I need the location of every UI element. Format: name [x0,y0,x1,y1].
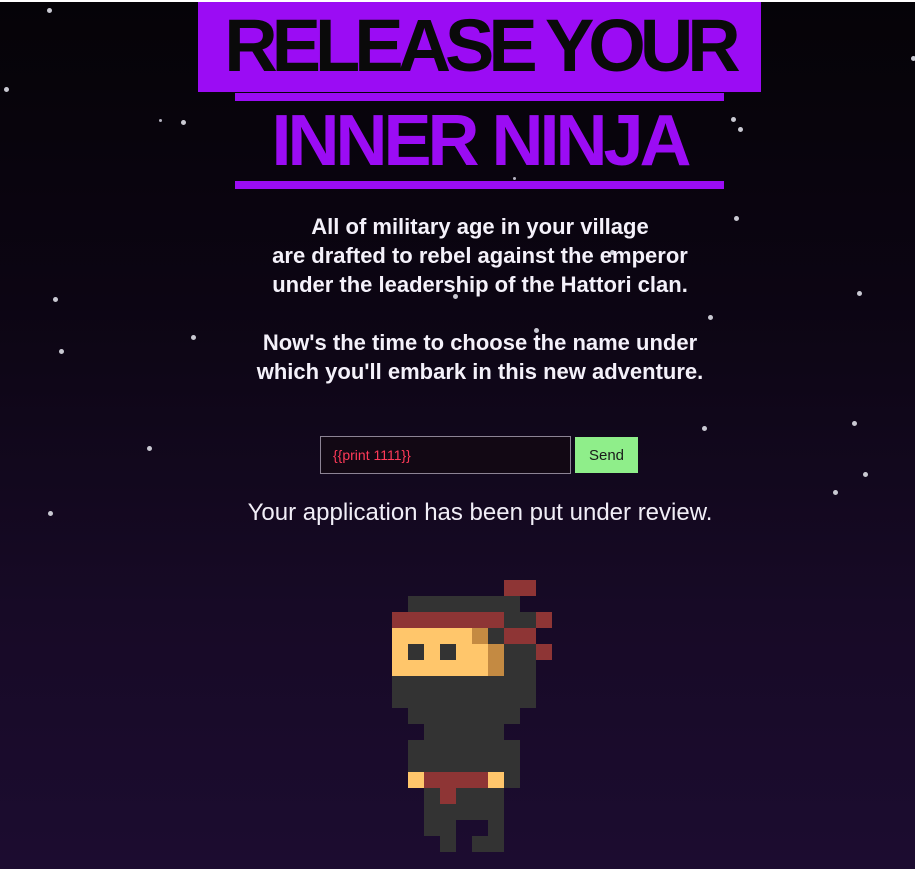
intro-line: under the leadership of the Hattori clan… [272,272,688,297]
star [863,472,868,477]
intro-text: All of military age in your village are … [180,212,780,386]
title-divider-top [235,93,724,101]
intro-line: which you'll embark in this new adventur… [256,359,704,384]
star [48,511,53,516]
page-title-line1: RELEASE YOUR [224,4,741,87]
title-divider-bottom [235,181,724,189]
intro-line: Now's the time to choose the name under [262,330,698,355]
star [731,117,736,122]
star [181,120,186,125]
ninja-name-form: Send [320,436,640,474]
ninja-name-input[interactable] [320,436,571,474]
star [147,446,152,451]
star [53,297,58,302]
send-button[interactable]: Send [575,437,638,473]
star [833,490,838,495]
pixel-ninja-icon [392,580,552,852]
star [159,119,162,122]
star [59,349,64,354]
intro-line: are drafted to rebel against the emperor [272,243,688,268]
star [47,8,52,13]
star [4,87,9,92]
star [852,421,857,426]
star [702,426,707,431]
intro-line: All of military age in your village [311,214,649,239]
page-title-line2: INNER NINJA [271,101,691,181]
star [738,127,743,132]
star [857,291,862,296]
star [911,56,915,61]
status-message: Your application has been put under revi… [247,499,713,526]
